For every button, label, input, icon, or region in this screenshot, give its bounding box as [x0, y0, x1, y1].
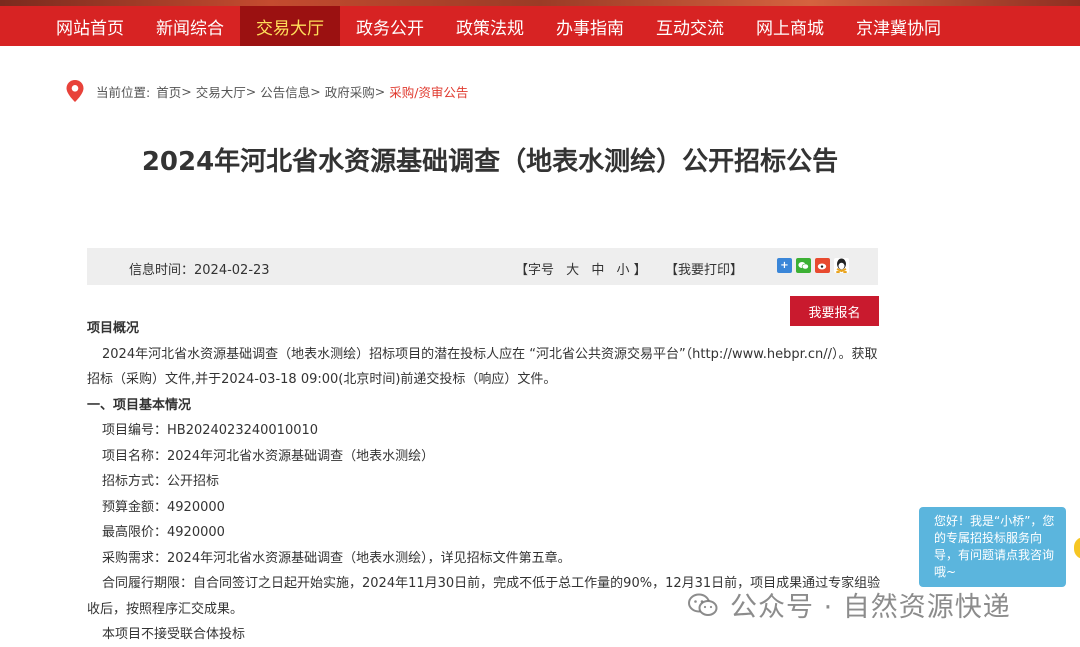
breadcrumb-separator: >: [181, 83, 192, 99]
article-info-bar: 信息时间：2024-02-23 【字号 大 中 小 】 【我要打印】 +: [87, 248, 878, 285]
share-icons: +: [777, 258, 849, 273]
nav-item-news[interactable]: 新闻综合: [140, 6, 240, 46]
breadcrumb-separator: >: [310, 83, 321, 99]
breadcrumb-gov-procurement[interactable]: 政府采购: [325, 82, 375, 101]
watermark-text: 公众号 · 自然资源快递: [730, 592, 1011, 623]
nav-item-interaction[interactable]: 互动交流: [640, 6, 740, 46]
plus-share-icon[interactable]: +: [777, 258, 792, 273]
wechat-icon[interactable]: [796, 258, 811, 273]
breadcrumb-separator: >: [245, 83, 257, 99]
field-requirements: 采购需求：2024年河北省水资源基础调查（地表水测绘），详见招标文件第五章。: [102, 550, 571, 566]
nav-item-jingjinji[interactable]: 京津冀协同: [840, 6, 957, 46]
watermark: 公众号 · 自然资源快递: [688, 585, 1011, 624]
overview-heading: 项目概况: [87, 321, 140, 336]
breadcrumb-announcements[interactable]: 公告信息: [260, 82, 310, 101]
font-size-small-button[interactable]: 小 】: [616, 263, 646, 278]
chat-assistant-bubble[interactable]: 您好！我是“小桥”，您的专属招投标服务向导，有问题请点我咨询哦~: [919, 507, 1066, 587]
nav-item-home[interactable]: 网站首页: [40, 6, 140, 46]
nav-item-policies[interactable]: 政策法规: [440, 6, 540, 46]
field-max-price: 最高限价：4920000: [102, 525, 225, 540]
nav-item-government-affairs[interactable]: 政务公开: [340, 6, 440, 46]
nav-item-trading-hall[interactable]: 交易大厅: [240, 6, 340, 46]
info-time: 信息时间：2024-02-23: [129, 263, 270, 278]
field-budget: 预算金额：4920000: [102, 499, 225, 515]
main-nav: 网站首页 新闻综合 交易大厅 政务公开 政策法规 办事指南 互动交流 网上商城 …: [0, 6, 1080, 46]
breadcrumb-prefix: 当前位置:: [96, 84, 151, 100]
nav-item-online-mall[interactable]: 网上商城: [740, 6, 840, 46]
breadcrumb-separator: >: [374, 83, 386, 99]
overview-paragraph: 2024年河北省水资源基础调查（地表水测绘）招标项目的潜在投标人应在 “河北省公…: [87, 346, 878, 388]
location-pin-icon: [66, 80, 84, 102]
wechat-watermark-icon: [688, 593, 718, 616]
print-button[interactable]: 【我要打印】: [665, 259, 743, 278]
breadcrumb-trading-hall[interactable]: 交易大厅: [196, 82, 246, 101]
consortium-note: 本项目不接受联合体投标: [102, 627, 246, 642]
nav-item-guide[interactable]: 办事指南: [540, 6, 640, 46]
breadcrumb-home[interactable]: 首页: [156, 82, 181, 101]
breadcrumb-current[interactable]: 采购/资审公告: [389, 82, 468, 101]
font-size-medium-button[interactable]: 中: [591, 263, 604, 278]
qq-icon[interactable]: [834, 258, 849, 273]
article-title: 2024年河北省水资源基础调查（地表水测绘）公开招标公告: [141, 147, 839, 177]
section-heading: 一、项目基本情况: [87, 397, 192, 413]
field-project-name: 项目名称：2024年河北省水资源基础调查（地表水测绘）: [102, 448, 435, 464]
field-project-number: 项目编号：HB2024023240010010: [102, 423, 319, 438]
breadcrumb: 当前位置: 首页 > 交易大厅 > 公告信息 > 政府采购 > 采购/资审公告: [66, 80, 468, 102]
font-size-controls: 【字号 大 中 小 】: [515, 259, 647, 278]
weibo-icon[interactable]: [815, 258, 830, 273]
field-bidding-method: 招标方式：公开招标: [102, 474, 220, 489]
font-size-large-button[interactable]: 大: [566, 263, 579, 278]
font-size-label: 【字号: [515, 263, 555, 278]
chat-assistant-tab[interactable]: [1074, 537, 1080, 559]
